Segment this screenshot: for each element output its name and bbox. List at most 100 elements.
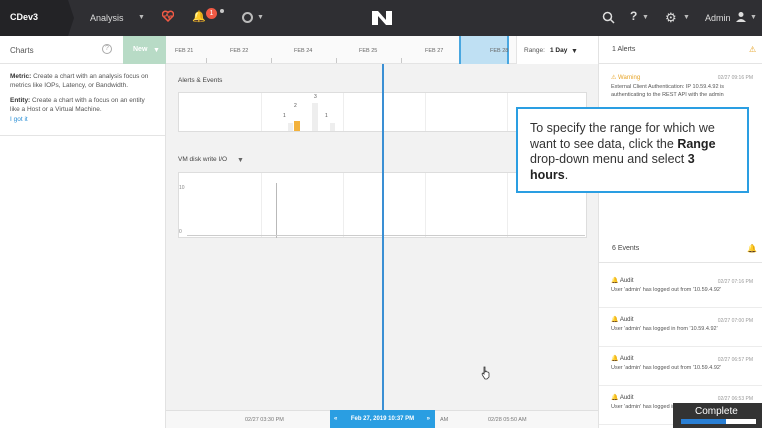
- alert-title: Warning: [618, 75, 641, 81]
- chevron-down-icon: ▼: [750, 14, 757, 21]
- event-title: Audit: [619, 317, 634, 323]
- selected-date: Feb 27, 2019 10:37 PM: [350, 416, 415, 422]
- grid-line: [343, 173, 344, 237]
- bar-label: 3: [314, 94, 317, 100]
- question-icon[interactable]: ?: [102, 44, 112, 54]
- tasks-icon[interactable]: [242, 12, 253, 23]
- y-axis-label: 0: [179, 229, 182, 235]
- event-title: Audit: [619, 356, 634, 362]
- tick-label: FEB 24: [294, 48, 313, 54]
- help-icon[interactable]: ?: [630, 9, 637, 23]
- range-label: Range:: [524, 47, 545, 54]
- axis-time: 02/27 03:30 PM: [245, 417, 284, 423]
- axis-time: 02/28 05:50 AM: [488, 417, 527, 423]
- progress-bar: [681, 419, 756, 424]
- tick-label: FEB 22: [230, 48, 249, 54]
- chevron-down-icon: ▼: [257, 14, 264, 21]
- gear-icon[interactable]: ⚙: [665, 10, 677, 26]
- right-arrow-icon: »: [426, 416, 430, 422]
- admin-menu[interactable]: Admin: [705, 13, 731, 23]
- alerts-header: 1 Alerts ⚠: [599, 36, 762, 64]
- event-bar: [330, 123, 335, 131]
- data-spike: [276, 183, 277, 238]
- entity-help: Entity: Create a chart with a focus on a…: [10, 96, 155, 114]
- event-body: User 'admin' has logged in from '10.59.4…: [611, 326, 718, 332]
- chevron-down-icon: ▼: [153, 47, 160, 54]
- chevron-down-icon: ▼: [237, 157, 244, 164]
- tick-label: FEB 21: [175, 48, 194, 54]
- vm-disk-title[interactable]: VM disk write I/O: [178, 156, 227, 163]
- time-cursor-line[interactable]: [382, 64, 384, 428]
- event-title: Audit: [619, 278, 634, 284]
- search-icon[interactable]: [602, 11, 615, 24]
- selected-date-pill[interactable]: « Feb 27, 2019 10:37 PM »: [330, 410, 435, 428]
- grid-line: [425, 173, 426, 237]
- got-it-link[interactable]: I got it: [10, 116, 155, 123]
- tick-mark: [206, 58, 207, 63]
- event-bar: [288, 123, 293, 131]
- tick-label: FEB 25: [359, 48, 378, 54]
- bar-label: 2: [294, 103, 297, 109]
- complete-label: Complete: [695, 406, 738, 417]
- event-body: User 'admin' has logged out from '10.59.…: [611, 287, 721, 293]
- mouse-pointer-icon: [481, 366, 490, 380]
- status-dot-icon: [220, 9, 224, 13]
- analysis-menu[interactable]: Analysis: [90, 13, 124, 23]
- grid-line: [261, 173, 262, 237]
- chevron-down-icon: ▼: [571, 48, 578, 55]
- chevron-down-icon: ▼: [138, 14, 145, 21]
- new-chart-button[interactable]: New ▼: [123, 36, 166, 64]
- alerts-count: 1 Alerts: [612, 46, 636, 53]
- entity-label: Entity:: [10, 97, 31, 104]
- health-icon[interactable]: [162, 10, 174, 22]
- alerts-events-panel: 1 Alerts ⚠ ⚠ Warning 02/27 09:16 PM Exte…: [598, 36, 762, 428]
- alert-time: 02/27 09:16 PM: [717, 75, 753, 81]
- completion-indicator: Complete: [673, 403, 762, 428]
- alerts-events-title: Alerts & Events: [178, 77, 223, 84]
- grid-line: [261, 93, 262, 131]
- chevron-down-icon: ▼: [642, 14, 649, 21]
- y-axis-label: 10: [179, 185, 185, 191]
- range-dropdown[interactable]: Range: 1 Day ▼: [516, 36, 598, 64]
- top-nav: CDev3 Analysis ▼ 🔔 1 ▼ ? ▼ ⚙ ▼ Admin ▼: [0, 0, 762, 36]
- left-arrow-icon: «: [334, 416, 338, 422]
- bell-icon[interactable]: 🔔: [192, 10, 206, 23]
- charts-help: Metric: Create a chart with an analysis …: [0, 64, 165, 136]
- event-time: 02/27 06:53 PM: [717, 396, 753, 402]
- new-label: New: [133, 46, 148, 53]
- cluster-name[interactable]: CDev3: [0, 0, 74, 36]
- warning-icon: ⚠: [749, 45, 757, 54]
- entity-text: Create a chart with a focus on an entity…: [10, 97, 145, 113]
- alert-count-badge: 1: [206, 8, 217, 19]
- user-icon[interactable]: [735, 11, 747, 23]
- event-title: Audit: [619, 395, 634, 401]
- grid-line: [507, 93, 508, 131]
- event-bar: [312, 103, 318, 131]
- nutanix-logo-icon[interactable]: [371, 10, 393, 26]
- tick-label: FEB 27: [425, 48, 444, 54]
- metric-label: Metric:: [10, 73, 32, 80]
- chevron-down-icon: ▼: [683, 14, 690, 21]
- event-item[interactable]: 🔔 Audit 02/27 06:57 PM User 'admin' has …: [599, 347, 762, 386]
- callout-text: To specify the range for which we want t…: [530, 121, 735, 183]
- tutorial-callout: To specify the range for which we want t…: [516, 107, 749, 193]
- callout-end: .: [564, 167, 569, 182]
- tick-label: FEB 28: [490, 48, 509, 54]
- event-body: User 'admin' has logged out from '10.59.…: [611, 365, 721, 371]
- alert-item[interactable]: ⚠ Warning 02/27 09:16 PM External Client…: [599, 64, 762, 108]
- callout-range-word: Range: [677, 136, 716, 151]
- charts-panel: Charts ? Metric: Create a chart with an …: [0, 36, 166, 428]
- cluster-label: CDev3: [10, 12, 39, 22]
- axis-time: AM: [440, 417, 449, 423]
- event-item[interactable]: 🔔 Audit 02/27 07:16 PM User 'admin' has …: [599, 269, 762, 308]
- tick-mark: [401, 58, 402, 63]
- event-time: 02/27 07:16 PM: [717, 279, 753, 285]
- alert-body: External Client Authentication: IP 10.59…: [611, 84, 725, 98]
- alert-bar: [294, 121, 300, 131]
- events-count: 6 Events: [612, 245, 640, 252]
- event-item[interactable]: 🔔 Audit 02/27 07:00 PM User 'admin' has …: [599, 308, 762, 347]
- callout-middle: drop-down menu and select: [530, 152, 688, 166]
- grid-line: [425, 93, 426, 131]
- events-header: 6 Events 🔔: [599, 235, 762, 263]
- bell-icon: 🔔: [747, 244, 757, 253]
